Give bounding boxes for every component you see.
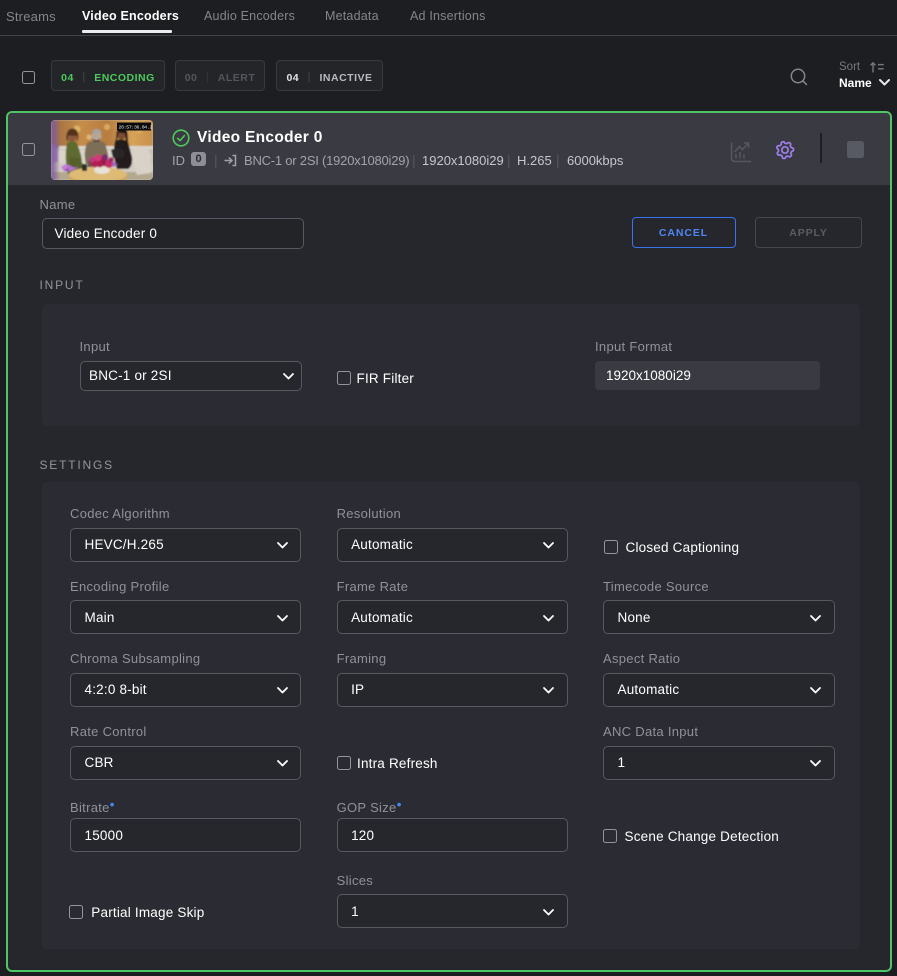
svg-text:26:57:36.04.2: 26:57:36.04.2 bbox=[119, 125, 153, 131]
